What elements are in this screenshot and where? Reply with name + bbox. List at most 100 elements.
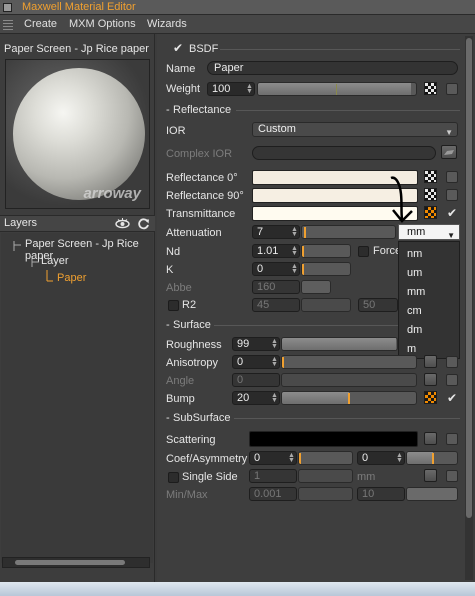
scattering-color-swatch[interactable] [249, 431, 418, 447]
min-slider[interactable] [298, 487, 353, 501]
anisotropy-spinner[interactable]: ▲ ▼ [271, 356, 278, 368]
refresh-icon[interactable] [137, 217, 150, 230]
menu-wizards[interactable]: Wizards [147, 18, 187, 30]
scrollbar-thumb[interactable] [15, 560, 125, 565]
bsdf-enabled-check[interactable]: ✔ [173, 42, 183, 54]
abbe-slider[interactable] [301, 280, 331, 294]
angle-input[interactable]: 0 [232, 373, 280, 387]
subsurface-header: SubSurface [173, 412, 231, 424]
r2-label: R2 [182, 299, 197, 311]
complex-ior-label: Complex IOR [166, 148, 233, 160]
window-icon[interactable] [3, 3, 12, 12]
abbe-slider-fill [302, 281, 330, 293]
scattering-map-toggle[interactable] [446, 433, 458, 445]
k-slider[interactable] [301, 262, 351, 276]
unit-option-nm[interactable]: nm [407, 248, 422, 260]
reflectance0-map-toggle[interactable] [446, 171, 458, 183]
nd-spinner[interactable]: ▲ ▼ [291, 245, 298, 257]
max-slider[interactable] [406, 487, 458, 501]
anisotropy-label: Anisotropy [166, 357, 218, 369]
nd-slider[interactable] [301, 244, 351, 258]
material-preview[interactable]: arroway [5, 59, 150, 209]
unit-option-mm[interactable]: mm [407, 286, 425, 298]
coef-spinner[interactable]: ▲ ▼ [288, 452, 295, 464]
transmittance-map-enabled-check[interactable]: ✔ [447, 207, 457, 219]
properties-vertical-scrollbar[interactable] [465, 36, 473, 580]
angle-slider[interactable] [281, 373, 417, 387]
r2-checkbox[interactable] [168, 300, 179, 311]
k-spinner[interactable]: ▲ ▼ [291, 263, 298, 275]
reflectance0-map-button[interactable] [424, 170, 437, 183]
surface-collapse-icon[interactable]: - [166, 319, 170, 331]
abbe-input[interactable]: 160 [252, 280, 300, 294]
chevron-down-icon: ▼ [445, 128, 453, 137]
min-input[interactable]: 0.001 [249, 487, 297, 501]
attenuation-unit-dropdown[interactable]: mm ▼ [398, 224, 460, 240]
tree-horizontal-scrollbar[interactable] [2, 557, 150, 568]
weight-spinner[interactable]: ▲ ▼ [246, 83, 253, 95]
roughness-spinner[interactable]: ▲ ▼ [271, 338, 278, 350]
anisotropy-map-toggle[interactable] [446, 356, 458, 368]
section-divider [220, 49, 460, 50]
anisotropy-map-button[interactable] [424, 355, 437, 368]
ior-label: IOR [166, 125, 186, 137]
name-field[interactable]: Paper [207, 61, 458, 75]
eye-icon[interactable] [115, 217, 130, 230]
section-divider [214, 325, 398, 326]
anisotropy-slider[interactable] [281, 355, 417, 369]
scattering-map-button[interactable] [424, 432, 437, 445]
menu-create[interactable]: Create [24, 18, 57, 30]
unit-option-um[interactable]: um [407, 267, 422, 279]
weight-map-toggle[interactable] [446, 83, 458, 95]
r2-slider-a[interactable] [301, 298, 351, 312]
window-bottom-edge [0, 582, 475, 596]
single-side-map-toggle[interactable] [446, 470, 458, 482]
asymmetry-spinner[interactable]: ▲ ▼ [396, 452, 403, 464]
abbe-label: Abbe [166, 282, 192, 294]
coef-slider[interactable] [298, 451, 353, 465]
complex-ior-browse-button[interactable] [441, 145, 457, 159]
roughness-slider[interactable] [281, 337, 398, 351]
unit-option-m[interactable]: m [407, 343, 416, 355]
weight-map-button[interactable] [424, 82, 437, 95]
weight-label: Weight [166, 83, 201, 95]
bump-map-enabled-check[interactable]: ✔ [447, 392, 457, 404]
menu-mxm-options[interactable]: MXM Options [69, 18, 136, 30]
single-side-map-button[interactable] [424, 469, 437, 482]
bump-slider[interactable] [281, 391, 417, 405]
bump-spinner[interactable]: ▲ ▼ [271, 392, 278, 404]
reflectance-collapse-icon[interactable]: - [166, 104, 170, 116]
section-divider [234, 418, 460, 419]
minmax-label: Min/Max [166, 489, 208, 501]
asymmetry-slider[interactable] [406, 451, 458, 465]
ior-dropdown[interactable]: Custom ▼ [252, 122, 458, 137]
attenuation-label: Attenuation [166, 227, 222, 239]
angle-map-toggle[interactable] [446, 374, 458, 386]
layer-tree: Paper Screen - Jp Rice paper Layer Paper [1, 233, 153, 563]
unit-option-dm[interactable]: dm [407, 324, 422, 336]
complex-ior-field[interactable] [252, 146, 436, 160]
transmittance-map-button[interactable] [424, 206, 437, 219]
r2-input-b[interactable]: 50 [358, 298, 398, 312]
r2-input-a[interactable]: 45 [252, 298, 300, 312]
tree-item-paper[interactable]: Paper [57, 272, 86, 284]
slider-tick [302, 264, 304, 275]
single-side-input[interactable]: 1 [249, 469, 297, 483]
single-side-checkbox[interactable] [168, 472, 179, 483]
title-bar: Maxwell Material Editor [0, 0, 475, 15]
angle-map-button[interactable] [424, 373, 437, 386]
force-checkbox[interactable] [358, 246, 369, 257]
max-input[interactable]: 10 [357, 487, 405, 501]
slider-tick [302, 246, 304, 257]
bump-map-button[interactable] [424, 391, 437, 404]
weight-slider[interactable] [257, 82, 417, 96]
reflectance90-map-button[interactable] [424, 188, 437, 201]
reflectance90-map-toggle[interactable] [446, 189, 458, 201]
tree-item-layer[interactable]: Layer [41, 255, 69, 267]
subsurface-collapse-icon[interactable]: - [166, 412, 170, 424]
unit-option-cm[interactable]: cm [407, 305, 422, 317]
attenuation-spinner[interactable]: ▲ ▼ [291, 226, 298, 238]
attenuation-slider[interactable] [301, 225, 396, 239]
scrollbar-thumb[interactable] [466, 38, 472, 518]
single-side-slider[interactable] [298, 469, 353, 483]
